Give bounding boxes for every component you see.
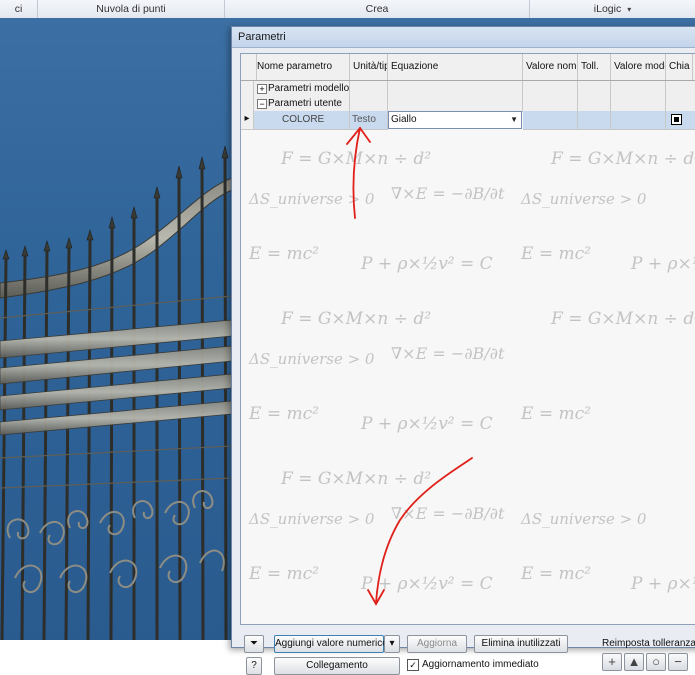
annotation-arrow-down [375,457,473,604]
minus-icon: − [674,654,682,669]
tolerance-median-button[interactable]: ○ [646,653,666,671]
immediate-update-checkbox[interactable]: ✓ [407,659,419,671]
help-button[interactable]: ? [246,657,262,675]
plus-icon: + [608,654,616,669]
triangle-icon: ▲ [627,654,641,669]
annotation-arrow-up [352,127,361,219]
link-button[interactable]: Collegamento [274,657,400,675]
immediate-update-label: Aggiornamento immediato [422,659,539,670]
annotation-overlay [346,126,473,606]
tolerance-lower-button[interactable]: − [668,653,688,671]
circle-icon: ○ [652,654,660,669]
tolerance-mean-button[interactable]: ▲ [624,653,644,671]
tolerance-upper-button[interactable]: + [602,653,622,671]
